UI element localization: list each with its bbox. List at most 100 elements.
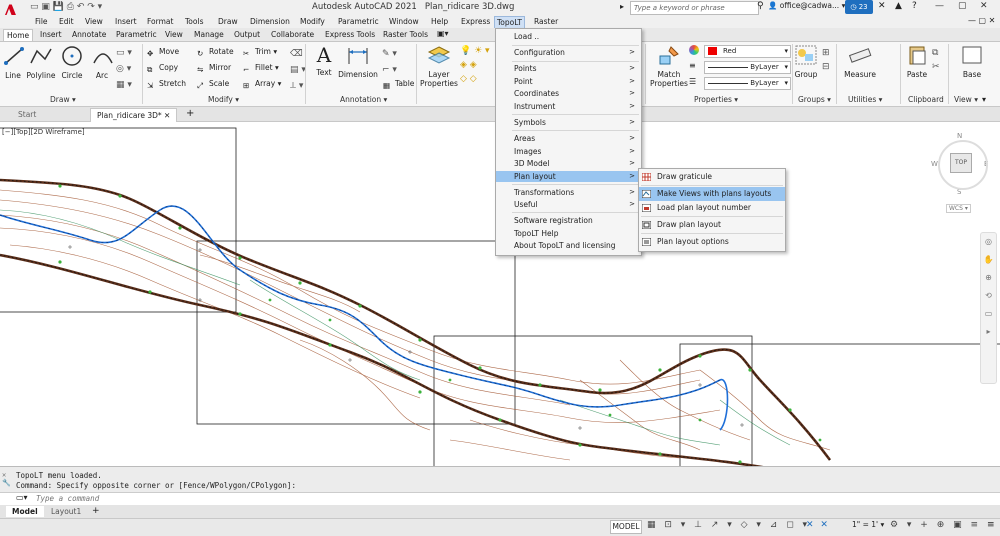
text-button[interactable]: A Text xyxy=(312,44,336,77)
menu-dimension[interactable]: Dimension xyxy=(248,16,292,27)
line-button[interactable]: Line xyxy=(2,45,24,80)
panel-title-properties[interactable]: Properties ▾ xyxy=(694,95,738,104)
menu-item-points[interactable]: Points > xyxy=(496,63,641,74)
add-layout-button[interactable]: + xyxy=(92,506,100,516)
menu-help[interactable]: Help xyxy=(429,16,450,27)
ribbon-tab-raster-tools[interactable]: Raster Tools xyxy=(380,29,431,40)
exchange-apps-icon[interactable]: ✕ xyxy=(878,1,886,11)
customize-status-icon[interactable]: ≡ xyxy=(987,520,995,530)
menu-item-software-registration[interactable]: Software registration xyxy=(496,215,641,226)
layout-tab-layout1[interactable]: Layout1 xyxy=(45,506,87,517)
ribbon-tab-insert[interactable]: Insert xyxy=(37,29,65,40)
file-tab-start[interactable]: Start xyxy=(12,108,42,121)
navcube-north[interactable]: N xyxy=(957,132,962,140)
paste-button[interactable]: Paste xyxy=(904,44,930,79)
autodesk-a360-icon[interactable]: ▲ xyxy=(895,1,902,11)
annotation-extra-tools[interactable]: ✎ ▾ ⌐ ▾ xyxy=(382,46,397,78)
clipboard-extra-tools[interactable]: ⧉ ✂ xyxy=(932,46,940,74)
navcube-west[interactable]: W xyxy=(931,160,938,168)
stretch-button[interactable]: ⇲ Stretch xyxy=(147,78,186,90)
navcube-top-face[interactable]: TOP xyxy=(950,153,972,173)
menu-express[interactable]: Express xyxy=(459,16,492,27)
menu-raster[interactable]: Raster xyxy=(532,16,560,27)
search-input[interactable]: Type a keyword or phrase xyxy=(630,1,759,15)
close-button[interactable]: ✕ xyxy=(980,1,988,11)
submenu-draw-graticule[interactable]: Draw graticule xyxy=(639,170,785,184)
base-button[interactable]: Base xyxy=(958,44,986,79)
layer-properties-button[interactable]: Layer Properties xyxy=(420,44,458,88)
menu-file[interactable]: File xyxy=(33,16,50,27)
panel-title-annotation[interactable]: Annotation ▾ xyxy=(340,95,387,104)
menu-edit[interactable]: Edit xyxy=(57,16,76,27)
menu-view[interactable]: View xyxy=(83,16,105,27)
lineweight-select[interactable]: ByLayer ▾ xyxy=(704,61,791,74)
annotation-scale[interactable]: 1" = 1' ▾ xyxy=(852,520,884,529)
measure-button[interactable]: Measure xyxy=(842,44,878,79)
submenu-draw-plan-layout[interactable]: Draw plan layout xyxy=(639,218,785,232)
menu-item-about[interactable]: About TopoLT and licensing xyxy=(496,240,641,251)
scale-button[interactable]: ⤢ Scale xyxy=(197,78,229,90)
table-button[interactable]: ▦ Table xyxy=(383,78,414,90)
quick-access-toolbar[interactable]: ▭ ▣ 💾 ⎙ ↶ ↷ ▾ xyxy=(30,2,102,12)
menu-modify[interactable]: Modify xyxy=(298,16,327,27)
close-tab-icon[interactable]: ✕ xyxy=(164,111,170,120)
viewport-controls-label[interactable]: [−][Top][2D Wireframe] xyxy=(2,128,85,136)
file-tab-active[interactable]: Plan_ridicare 3D* ✕ xyxy=(90,108,178,122)
search-arrow-icon[interactable]: ▸ xyxy=(620,2,624,11)
panel-title-draw[interactable]: Draw ▾ xyxy=(50,95,76,104)
dimension-button[interactable]: Dimension xyxy=(338,44,378,79)
menu-draw[interactable]: Draw xyxy=(216,16,240,27)
group-extra-tools[interactable]: ⊞ ⊟ xyxy=(822,46,830,74)
command-input[interactable] xyxy=(36,493,936,503)
trim-button[interactable]: ✂ Trim ▾ xyxy=(243,46,277,58)
menu-parametric[interactable]: Parametric xyxy=(336,16,381,27)
view-cube[interactable]: N W E S TOP WCS ▾ xyxy=(930,130,992,216)
notification-badge[interactable]: ◷ 23 xyxy=(845,0,873,14)
submenu-make-views[interactable]: Make Views with plans layouts xyxy=(639,187,785,201)
layout-tab-model[interactable]: Model xyxy=(6,506,44,517)
polyline-button[interactable]: Polyline xyxy=(26,45,56,80)
panel-title-utilities[interactable]: Utilities ▾ xyxy=(848,95,882,104)
move-button[interactable]: ✥ Move xyxy=(147,46,179,58)
menu-item-symbols[interactable]: Symbols > xyxy=(496,117,641,128)
menu-item-topolt-help[interactable]: TopoLT Help xyxy=(496,228,641,239)
menu-item-transformations[interactable]: Transformations > xyxy=(496,187,641,198)
minimize-button[interactable]: — xyxy=(935,1,944,11)
ribbon-tab-manage[interactable]: Manage xyxy=(191,29,227,40)
array-button[interactable]: ⊞ Array ▾ xyxy=(243,78,281,90)
maximize-button[interactable]: ▢ xyxy=(958,1,967,11)
panel-title-view[interactable]: View ▾ xyxy=(954,95,978,104)
user-account[interactable]: 👤 office@cadwa... ▾ xyxy=(768,1,845,10)
submenu-plan-layout-options[interactable]: Plan layout options xyxy=(639,235,785,249)
menu-item-plan-layout[interactable]: Plan layout > xyxy=(496,171,641,182)
match-properties-button[interactable]: Match Properties xyxy=(650,44,688,88)
ribbon-tab-parametric[interactable]: Parametric xyxy=(113,29,160,40)
ribbon-tab-collaborate[interactable]: Collaborate xyxy=(268,29,317,40)
modify-extra-tools[interactable]: ⌫ ▤ ▾ ⟂ ▾ xyxy=(290,46,306,94)
menu-item-images[interactable]: Images > xyxy=(496,146,641,157)
ribbon-tab-view[interactable]: View xyxy=(162,29,186,40)
menu-item-point[interactable]: Point > xyxy=(496,76,641,87)
ribbon-tab-express-tools[interactable]: Express Tools xyxy=(322,29,378,40)
ribbon-tab-annotate[interactable]: Annotate xyxy=(69,29,109,40)
rotate-button[interactable]: ↻ Rotate xyxy=(197,46,234,58)
menu-item-load[interactable]: Load .. xyxy=(496,31,641,42)
linetype-select[interactable]: ByLayer ▾ xyxy=(704,77,791,90)
menu-tools[interactable]: Tools xyxy=(183,16,205,27)
menu-insert[interactable]: Insert xyxy=(113,16,139,27)
command-line[interactable]: ▭▾ xyxy=(0,492,1000,506)
command-prompt-icon[interactable]: ▭▾ xyxy=(16,493,28,502)
ribbon-tab-home[interactable]: Home xyxy=(3,29,34,41)
binoculars-icon[interactable]: ⚲ xyxy=(757,1,764,11)
help-icon[interactable]: ? xyxy=(912,1,917,11)
panel-title-groups[interactable]: Groups ▾ xyxy=(798,95,831,104)
wcs-menu[interactable]: WCS ▾ xyxy=(946,204,971,213)
menu-item-coordinates[interactable]: Coordinates > xyxy=(496,88,641,99)
menu-item-useful[interactable]: Useful > xyxy=(496,199,641,210)
menu-item-configuration[interactable]: Configuration > xyxy=(496,47,641,58)
panel-title-clipboard[interactable]: Clipboard xyxy=(908,95,944,104)
fillet-button[interactable]: ⌐ Fillet ▾ xyxy=(243,62,279,74)
layer-state-icons[interactable]: 💡 ☀ ▾ ◈ ◈ ◇ ◇ xyxy=(460,44,490,86)
menu-window[interactable]: Window xyxy=(387,16,421,27)
color-wheel-icon[interactable] xyxy=(689,45,699,55)
